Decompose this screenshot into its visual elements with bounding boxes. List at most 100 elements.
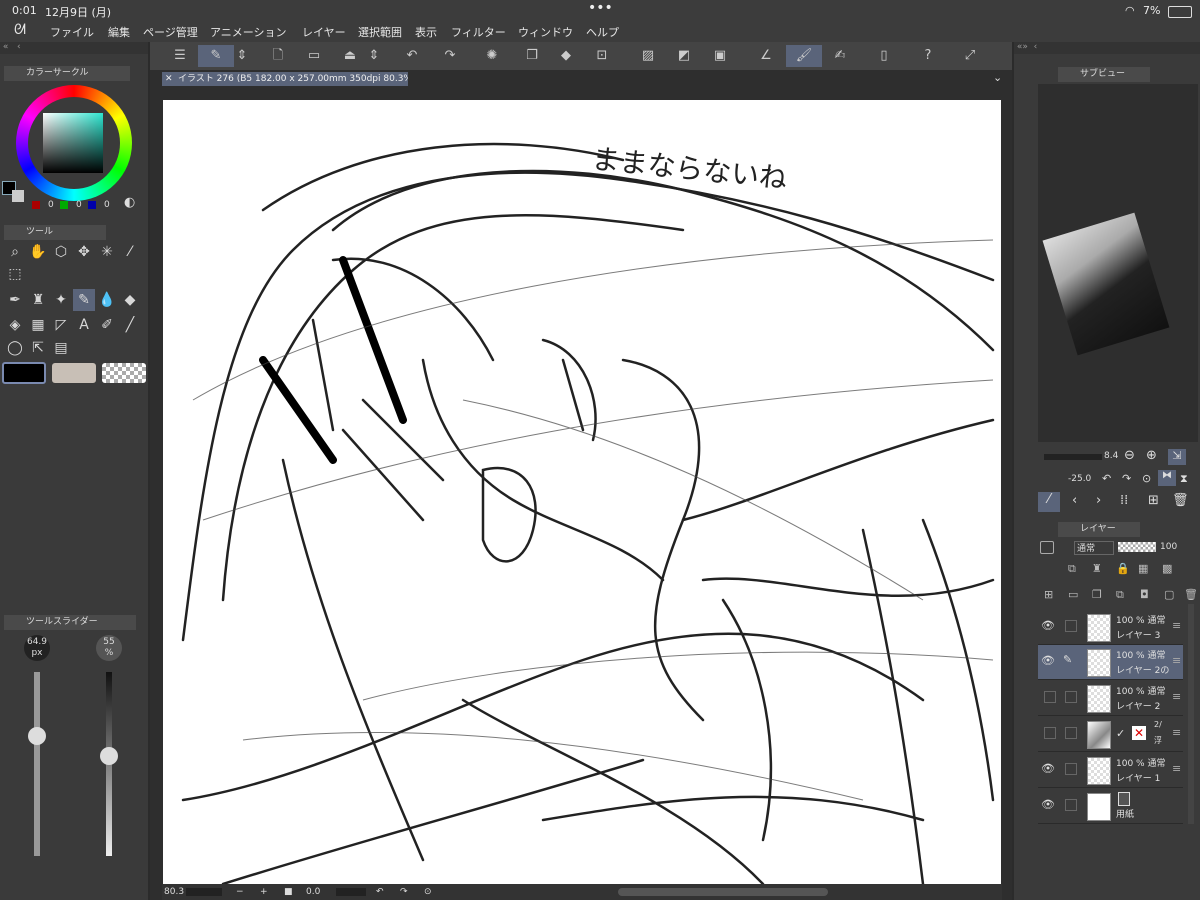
visibility-eye-icon[interactable]: 👁: [1041, 619, 1055, 632]
vector-icon[interactable]: ⇱: [27, 337, 49, 359]
drag-handle-icon[interactable]: ≡: [1172, 690, 1181, 703]
eyedropper-icon[interactable]: ⁄: [119, 241, 141, 263]
layer-row-selected[interactable]: 👁 ✎ 100 % 通常 レイヤー 2の ≡: [1038, 645, 1183, 680]
reference-image[interactable]: [1042, 212, 1170, 356]
blend-tool-icon[interactable]: 💧: [96, 289, 118, 311]
layer-checkbox[interactable]: [1065, 620, 1077, 632]
brush-icon[interactable]: 🖌: [786, 45, 822, 67]
visibility-eye-icon[interactable]: 👁: [1041, 762, 1055, 775]
lock-transparency-icon[interactable]: ▦: [1138, 562, 1148, 575]
menu-window[interactable]: ウィンドウ: [518, 24, 573, 40]
decoration-icon[interactable]: ✦: [50, 289, 72, 311]
horizontal-scrollbar[interactable]: [618, 888, 828, 896]
copy-icon[interactable]: ❐: [520, 45, 544, 67]
rotate-slider[interactable]: [336, 888, 366, 896]
menu-selection[interactable]: 選択範囲: [358, 24, 402, 40]
new-file-icon[interactable]: 🗋: [266, 45, 290, 67]
line-icon[interactable]: ╱: [119, 314, 141, 336]
help-icon[interactable]: ?: [916, 45, 940, 67]
new-folder-icon[interactable]: ▭: [1068, 588, 1078, 601]
fill-tool-icon[interactable]: ◈: [4, 314, 26, 336]
sub-color-swatch[interactable]: [12, 190, 24, 202]
eraser-icon[interactable]: ◆: [119, 289, 141, 311]
delete-layer-icon[interactable]: 🗑: [1184, 588, 1198, 601]
lock-icon[interactable]: 🔒: [1116, 562, 1130, 575]
visibility-eye-icon[interactable]: 👁: [1041, 654, 1055, 667]
layer-color-icon[interactable]: [1040, 541, 1054, 554]
subview-rotate-right-icon[interactable]: ↷: [1122, 472, 1131, 485]
visibility-off-box[interactable]: [1044, 727, 1056, 739]
menu-icon[interactable]: ☰: [168, 45, 192, 67]
device-icon[interactable]: ▯: [872, 45, 896, 67]
deselect-icon[interactable]: ▨: [636, 45, 660, 67]
tool-tab[interactable]: ツール: [4, 225, 106, 240]
mask-enable-icon[interactable]: ▩: [1162, 562, 1172, 575]
layer-checkbox[interactable]: [1065, 691, 1077, 703]
drawing-canvas[interactable]: ままならないね: [163, 100, 1001, 884]
object-tool-icon[interactable]: ⬡: [50, 241, 72, 263]
layer-row-paper[interactable]: 👁 用紙: [1038, 789, 1183, 824]
pen-line-icon[interactable]: ✍: [828, 45, 852, 67]
clip-icon[interactable]: ⧉: [1068, 562, 1076, 576]
layer-checkbox[interactable]: [1065, 763, 1077, 775]
subview-eyedropper-icon[interactable]: ⁄: [1038, 492, 1060, 512]
grid-icon[interactable]: ⁞⁞: [1120, 493, 1128, 508]
flip-horizontal-icon[interactable]: ⧓: [1158, 470, 1176, 486]
subview-fit-icon[interactable]: ⇲: [1168, 449, 1186, 465]
transform-icon[interactable]: ⊡: [590, 45, 614, 67]
layer-tab[interactable]: レイヤー: [1058, 522, 1140, 537]
reset-rotate-icon[interactable]: ⊙: [424, 884, 432, 900]
layer-checkbox[interactable]: [1065, 727, 1077, 739]
layer-mask-icon[interactable]: ◘: [1140, 588, 1149, 601]
visibility-off-box[interactable]: [1044, 691, 1056, 703]
airbrush-icon[interactable]: ♜: [27, 289, 49, 311]
transparent-color-chip[interactable]: [102, 363, 146, 383]
subview-rotate-left-icon[interactable]: ↶: [1102, 472, 1111, 485]
save-icon[interactable]: ⏏: [338, 45, 362, 67]
auto-select-icon[interactable]: ✳: [96, 241, 118, 263]
merge-down-icon[interactable]: ⧉: [1116, 588, 1124, 602]
rotate-right-icon[interactable]: ↷: [400, 884, 408, 900]
gradient-icon[interactable]: ▦: [27, 314, 49, 336]
updown-icon-2[interactable]: ⇕: [366, 45, 382, 67]
import-image-icon[interactable]: ⊞: [1148, 493, 1159, 508]
beige-color-chip[interactable]: [52, 363, 96, 383]
multitask-dots-icon[interactable]: •••: [588, 0, 613, 16]
zoom-readout[interactable]: 80.3: [164, 884, 184, 900]
subview-trash-icon[interactable]: 🗑: [1172, 493, 1189, 508]
color-mode-icon[interactable]: ◐: [124, 195, 135, 210]
chevron-down-icon[interactable]: ⌄: [993, 71, 1002, 84]
layer-checkbox[interactable]: [1065, 799, 1077, 811]
prev-image-icon[interactable]: ‹: [1072, 493, 1077, 508]
move-tool-icon[interactable]: ✥: [73, 241, 95, 263]
apply-mask-icon[interactable]: ▢: [1164, 588, 1174, 601]
blend-mode-select[interactable]: 通常: [1074, 541, 1114, 555]
layer-scrollbar[interactable]: [1188, 604, 1194, 824]
size-slider-track[interactable]: [34, 672, 40, 856]
rotate-readout[interactable]: 0.0: [306, 884, 320, 900]
loading-icon[interactable]: ✺: [480, 45, 504, 67]
layer-row[interactable]: 100 % 通常 レイヤー 2 ≡: [1038, 681, 1183, 716]
drag-handle-icon[interactable]: ≡: [1172, 726, 1181, 739]
layer-opacity-slider[interactable]: [1118, 542, 1156, 552]
rotate-left-icon[interactable]: ↶: [376, 884, 384, 900]
canvas-tab[interactable]: ✕ イラスト 276 (B5 182.00 x 257.00mm 350dpi …: [162, 72, 408, 86]
size-slider-thumb[interactable]: [28, 727, 46, 745]
color-circle-tab[interactable]: カラーサークル: [4, 66, 130, 81]
menu-layer[interactable]: レイヤー: [302, 24, 346, 40]
selection-icon[interactable]: ▣: [708, 45, 732, 67]
menu-animation[interactable]: アニメーション: [210, 24, 287, 40]
panel-collapse-bar[interactable]: « ‹: [0, 42, 148, 54]
fill-icon[interactable]: ◆: [554, 45, 578, 67]
drag-handle-icon[interactable]: ≡: [1172, 619, 1181, 632]
drag-handle-icon[interactable]: ≡: [1172, 762, 1181, 775]
selection-tool-icon[interactable]: ⬚: [4, 263, 26, 285]
open-folder-icon[interactable]: ▭: [302, 45, 326, 67]
subview-tab[interactable]: サブビュー: [1058, 67, 1150, 82]
menu-filter[interactable]: フィルター: [451, 24, 506, 40]
zoom-in-icon[interactable]: +: [260, 884, 268, 900]
layer-row[interactable]: 👁 100 % 通常 レイヤー 1 ≡: [1038, 753, 1183, 788]
reference-layer-icon[interactable]: ♜: [1092, 562, 1102, 575]
duplicate-layer-icon[interactable]: ❐: [1092, 588, 1102, 601]
saturation-square[interactable]: [43, 113, 103, 173]
